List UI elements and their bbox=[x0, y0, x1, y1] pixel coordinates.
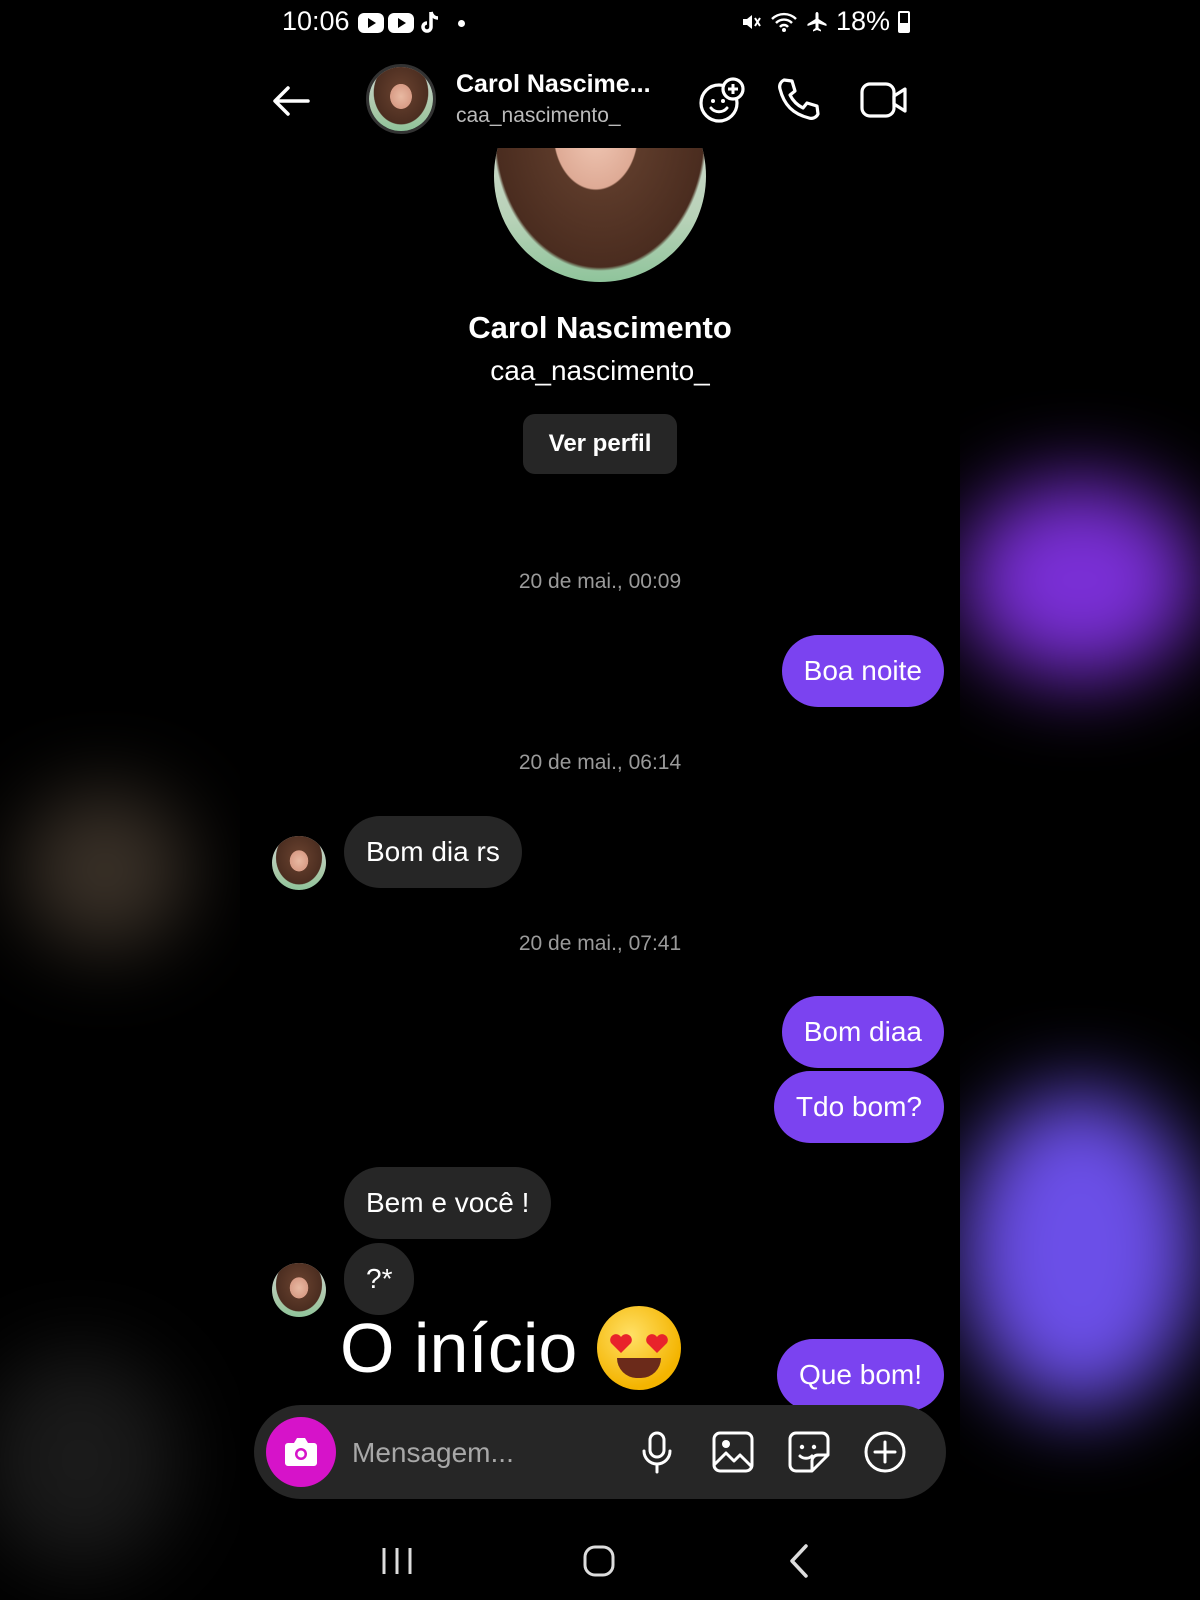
overlay-caption: O início bbox=[340, 1306, 682, 1390]
header-username[interactable]: caa_nascimento_ bbox=[456, 104, 621, 128]
airplane-icon bbox=[807, 11, 827, 31]
gallery-icon[interactable] bbox=[710, 1429, 756, 1475]
add-sticker-icon[interactable] bbox=[696, 74, 748, 126]
header-avatar[interactable] bbox=[366, 64, 436, 134]
camera-icon bbox=[285, 1438, 317, 1466]
phone-screen: 10:06 18% Carol Nascime... caa_nasciment… bbox=[240, 0, 960, 1600]
header-name[interactable]: Carol Nascime... bbox=[456, 70, 656, 99]
message-timestamp: 20 de mai., 06:14 bbox=[518, 751, 682, 774]
sent-message[interactable]: Que bom! bbox=[777, 1339, 944, 1411]
status-time: 10:06 bbox=[282, 6, 350, 36]
tiktok-icon bbox=[421, 11, 439, 33]
received-message[interactable]: Bom dia rs bbox=[344, 816, 522, 888]
overlay-caption-text: O início bbox=[340, 1309, 578, 1387]
battery-icon bbox=[898, 10, 910, 33]
recent-apps-icon[interactable] bbox=[372, 1536, 422, 1586]
profile-username: caa_nascimento_ bbox=[490, 355, 710, 386]
message-timestamp: 20 de mai., 07:41 bbox=[518, 932, 682, 955]
camera-button[interactable] bbox=[266, 1417, 336, 1487]
wifi-icon bbox=[771, 12, 797, 32]
microphone-icon[interactable] bbox=[634, 1429, 680, 1475]
youtube-icon bbox=[388, 13, 414, 33]
home-icon[interactable] bbox=[574, 1536, 624, 1586]
youtube-icon bbox=[358, 13, 384, 33]
add-circle-icon[interactable] bbox=[862, 1429, 908, 1475]
mute-icon bbox=[742, 14, 761, 29]
sent-message[interactable]: Boa noite bbox=[781, 635, 944, 707]
battery-percent: 18% bbox=[835, 6, 890, 36]
heart-eyes-emoji-icon bbox=[597, 1306, 682, 1390]
phone-call-icon[interactable] bbox=[772, 74, 824, 126]
message-input[interactable] bbox=[350, 1429, 614, 1477]
system-navigation-bar bbox=[240, 1520, 960, 1600]
view-profile-button[interactable]: Ver perfil bbox=[523, 414, 677, 474]
sender-avatar[interactable] bbox=[272, 1263, 326, 1317]
received-message[interactable]: ?* bbox=[344, 1243, 415, 1315]
right-blurred-background bbox=[960, 0, 1200, 1600]
notification-dot-icon bbox=[458, 19, 465, 27]
chat-header: Carol Nascime... caa_nascimento_ bbox=[240, 56, 960, 146]
sticker-icon[interactable] bbox=[786, 1429, 832, 1475]
left-blurred-background bbox=[0, 0, 240, 1600]
back-nav-icon[interactable] bbox=[776, 1536, 826, 1586]
sender-avatar[interactable] bbox=[272, 836, 326, 890]
profile-name: Carol Nascimento bbox=[468, 310, 732, 345]
video-call-icon[interactable] bbox=[858, 74, 910, 126]
received-message[interactable]: Bem e você ! bbox=[344, 1167, 552, 1239]
sent-message[interactable]: Tdo bom? bbox=[773, 1071, 944, 1143]
status-bar: 10:06 18% bbox=[240, 0, 960, 48]
sent-message[interactable]: Bom diaa bbox=[781, 996, 944, 1068]
message-composer bbox=[254, 1405, 946, 1499]
back-arrow-icon[interactable] bbox=[266, 76, 316, 126]
message-timestamp: 20 de mai., 00:09 bbox=[518, 570, 682, 593]
